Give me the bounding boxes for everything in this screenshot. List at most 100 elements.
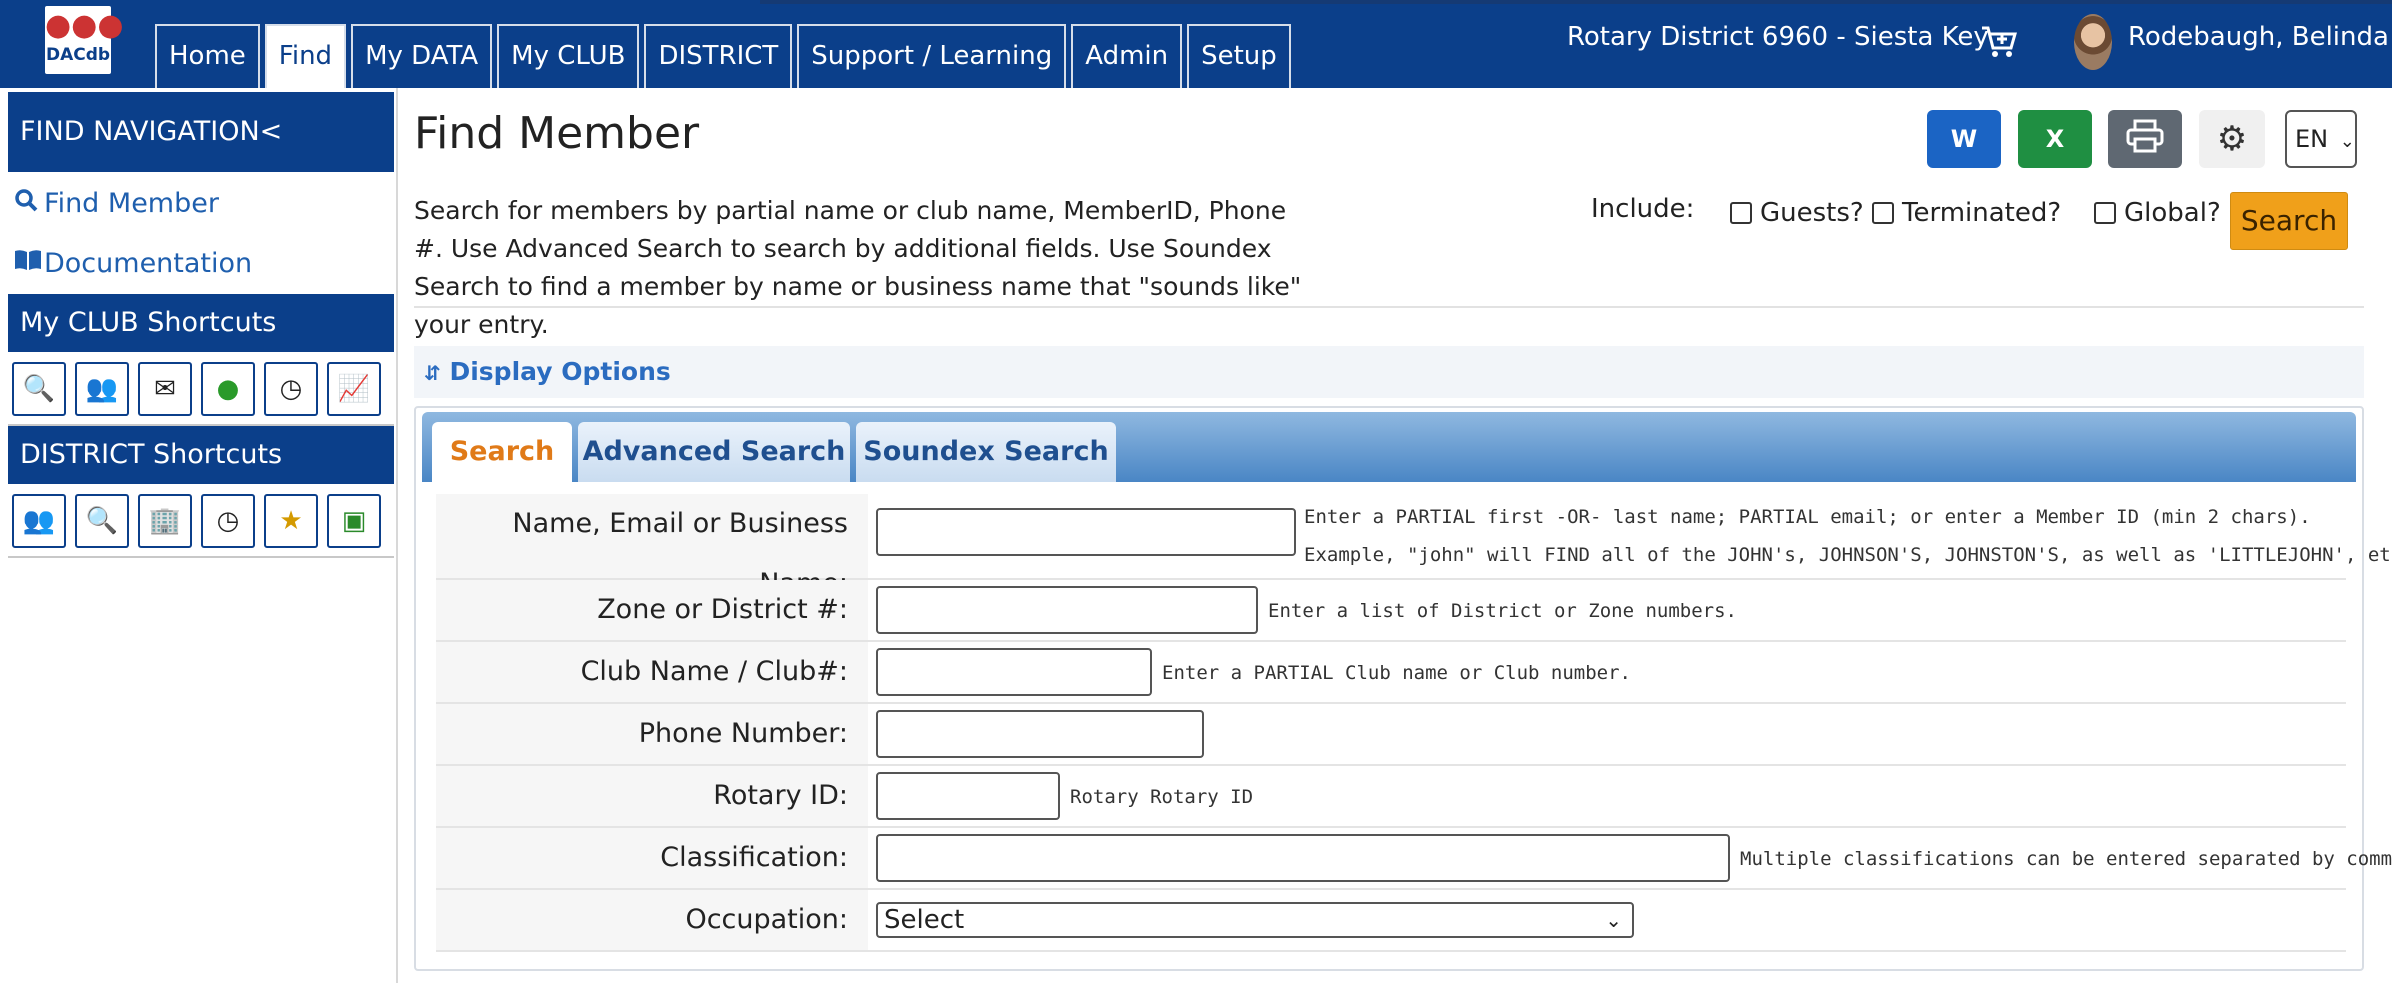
nav-tab-district[interactable]: DISTRICT: [644, 24, 793, 88]
zone-hint: Enter a list of District or Zone numbers…: [1268, 600, 1737, 622]
district-chip-shortcut-icon[interactable]: ▣: [327, 494, 381, 548]
language-value: EN: [2295, 125, 2329, 153]
tab-search[interactable]: Search: [432, 422, 572, 482]
club-hint: Enter a PARTIAL Club name or Club number…: [1162, 662, 1631, 684]
rotary-id-label: Rotary ID:: [436, 766, 868, 826]
form-row-name: Name, Email or Business Name: Enter a PA…: [436, 494, 2392, 599]
district-name[interactable]: Rotary District 6960 - Siesta Key: [1567, 22, 1989, 52]
top-edge-strip: [760, 0, 2392, 4]
book-icon: [14, 248, 44, 279]
zone-label: Zone or District #:: [436, 580, 868, 640]
reports-shortcut-icon[interactable]: 📈: [327, 362, 381, 416]
search-button[interactable]: Search: [2230, 192, 2348, 250]
language-select[interactable]: EN ⌄: [2285, 110, 2357, 168]
search-tab-bar: Search Advanced Search Soundex Search: [422, 412, 2356, 482]
form-row-occupation: Occupation: Select ⌄: [436, 890, 2346, 952]
nav-tab-home[interactable]: Home: [155, 24, 260, 88]
name-label: Name, Email or Business Name:: [436, 494, 868, 599]
rotary-id-hint: Rotary Rotary ID: [1070, 786, 1254, 808]
nav-tab-my-data[interactable]: My DATA: [351, 24, 493, 88]
name-hint-2: Example, "john" will FIND all of the JOH…: [1304, 544, 2392, 566]
checkbox-box[interactable]: [1872, 202, 1894, 224]
sidebar-link-label: Find Member: [44, 188, 219, 219]
occupation-select[interactable]: Select ⌄: [876, 902, 1634, 938]
zone-input[interactable]: [876, 586, 1258, 634]
page-title: Find Member: [414, 108, 700, 159]
excel-icon: X: [2045, 125, 2065, 153]
tab-advanced-search[interactable]: Advanced Search: [578, 422, 850, 482]
checkbox-box[interactable]: [2094, 202, 2116, 224]
classification-hint: Multiple classifications can be entered …: [1740, 848, 2392, 870]
cart-icon[interactable]: [1980, 24, 2018, 60]
export-word-button[interactable]: W: [1927, 110, 2001, 168]
main-nav: Home Find My DATA My CLUB DISTRICT Suppo…: [155, 24, 1296, 88]
page-description: Search for members by partial name or cl…: [414, 196, 1302, 339]
club-input[interactable]: [876, 648, 1152, 696]
district-members-shortcut-icon[interactable]: 👥: [12, 494, 66, 548]
sidebar-link-label: Documentation: [44, 248, 253, 279]
logo-text: DACdb: [45, 45, 111, 65]
find-member-shortcut-icon[interactable]: 🔍: [12, 362, 66, 416]
guests-checkbox[interactable]: Guests?: [1730, 198, 1864, 228]
word-icon: W: [1950, 125, 1978, 153]
sidebar-divider: [8, 556, 394, 558]
classification-input[interactable]: [876, 834, 1730, 882]
name-hint-1: Enter a PARTIAL first -OR- last name; PA…: [1304, 506, 2311, 528]
sidebar-link-find-member[interactable]: Find Member: [14, 188, 219, 219]
user-name[interactable]: Rodebaugh, Belinda: [2128, 22, 2389, 52]
sidebar-link-documentation[interactable]: Documentation: [14, 248, 252, 279]
club-shortcuts: 🔍 👥 ✉ ● ◷ 📈: [12, 362, 390, 416]
classification-label: Classification:: [436, 828, 868, 888]
phone-input[interactable]: [876, 710, 1204, 758]
attendance-shortcut-icon[interactable]: ●: [201, 362, 255, 416]
occupation-label: Occupation:: [436, 890, 868, 950]
nav-tab-setup[interactable]: Setup: [1187, 24, 1291, 88]
dacdb-logo[interactable]: ●●● DACdb: [45, 6, 124, 74]
search-panel: Search Advanced Search Soundex Search Na…: [414, 406, 2392, 971]
sort-arrows-icon: ⇵: [424, 361, 441, 385]
club-members-shortcut-icon[interactable]: 👥: [75, 362, 129, 416]
nav-tab-find[interactable]: Find: [264, 24, 347, 88]
sidebar: FIND NAVIGATION< Find Member Documentati…: [0, 88, 398, 983]
calendar-shortcut-icon[interactable]: ◷: [264, 362, 318, 416]
rotary-id-input[interactable]: [876, 772, 1060, 820]
form-row-rotary-id: Rotary ID: Rotary Rotary ID: [436, 766, 2346, 828]
user-avatar[interactable]: [2074, 14, 2112, 70]
display-options-toggle[interactable]: ⇵ Display Options: [414, 346, 2364, 398]
occupation-selected: Select: [884, 905, 965, 935]
nav-tab-admin[interactable]: Admin: [1071, 24, 1183, 88]
checkbox-label: Guests?: [1760, 198, 1864, 228]
export-excel-button[interactable]: X: [2018, 110, 2092, 168]
district-shortcuts-header: DISTRICT Shortcuts: [8, 426, 394, 484]
email-shortcut-icon[interactable]: ✉: [138, 362, 192, 416]
chevron-down-icon: ⌄: [1605, 908, 1622, 932]
main-content: Find Member W X ⚙ EN ⌄ Search for member…: [402, 88, 2392, 983]
checkbox-box[interactable]: [1730, 202, 1752, 224]
nav-tab-support-learning[interactable]: Support / Learning: [797, 24, 1067, 88]
find-navigation-header[interactable]: FIND NAVIGATION<: [8, 92, 394, 172]
district-activity-shortcut-icon[interactable]: ★: [264, 494, 318, 548]
settings-button[interactable]: ⚙: [2199, 110, 2265, 168]
district-calendar-shortcut-icon[interactable]: ◷: [201, 494, 255, 548]
district-clubs-shortcut-icon[interactable]: 🏢: [138, 494, 192, 548]
include-label: Include:: [1591, 194, 1695, 224]
name-input[interactable]: [876, 508, 1296, 556]
club-label: Club Name / Club#:: [436, 642, 868, 702]
district-find-shortcut-icon[interactable]: 🔍: [75, 494, 129, 548]
gear-icon: ⚙: [2216, 119, 2248, 159]
checkbox-label: Terminated?: [1902, 198, 2062, 228]
global-checkbox[interactable]: Global?: [2094, 198, 2221, 228]
logo-mark-icon: ●●●: [45, 8, 124, 43]
printer-icon: [2126, 119, 2164, 159]
district-shortcuts: 👥 🔍 🏢 ◷ ★ ▣: [12, 494, 390, 548]
nav-tab-my-club[interactable]: My CLUB: [497, 24, 640, 88]
top-nav-bar: ●●● DACdb Home Find My DATA My CLUB DIST…: [0, 0, 2392, 88]
form-row-phone: Phone Number:: [436, 704, 2346, 766]
my-club-shortcuts-header: My CLUB Shortcuts: [8, 294, 394, 352]
form-row-club: Club Name / Club#: Enter a PARTIAL Club …: [436, 642, 2346, 704]
phone-label: Phone Number:: [436, 704, 868, 764]
chevron-down-icon: ⌄: [2339, 131, 2355, 152]
terminated-checkbox[interactable]: Terminated?: [1872, 198, 2061, 228]
tab-soundex-search[interactable]: Soundex Search: [856, 422, 1116, 482]
print-button[interactable]: [2108, 110, 2182, 168]
